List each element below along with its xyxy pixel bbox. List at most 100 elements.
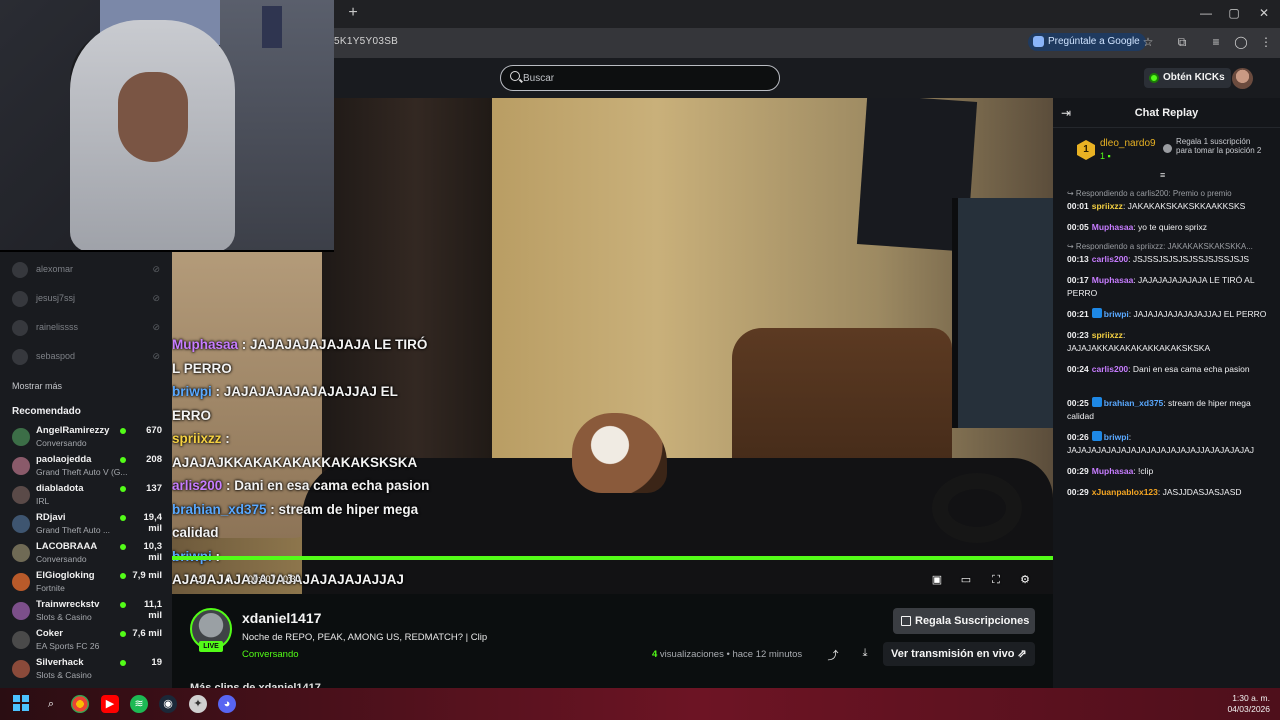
message-user[interactable]: Muphasaa — [1092, 466, 1134, 476]
theater-mode-icon[interactable]: ▭ — [959, 573, 973, 587]
message-text: : JAJAJAJAJAJAJAJJAJ EL PERRO — [1128, 309, 1267, 319]
channel-category: Slots & Casino — [36, 670, 92, 680]
url-text[interactable]: 5K1Y5Y03SB — [334, 36, 398, 47]
youtube-icon[interactable]: ▶ — [101, 695, 119, 713]
message-time: 00:21 — [1067, 309, 1089, 319]
live-dot-icon — [120, 631, 126, 637]
download-icon[interactable]: ⤓ — [858, 647, 872, 661]
close-window-button[interactable]: ✕ — [1254, 4, 1274, 22]
message-user[interactable]: spriixzz — [1092, 201, 1123, 211]
gift-subscriptions-button[interactable]: Regala Suscripciones — [893, 608, 1035, 634]
chat-panel — [1053, 98, 1280, 688]
spotify-icon[interactable]: ≋ — [130, 695, 148, 713]
message-user[interactable]: Muphasaa — [1092, 222, 1134, 232]
user-avatar[interactable] — [1232, 68, 1253, 89]
recommended-channel[interactable]: ElGiogloking Fortnite 7,9 mil — [12, 569, 162, 595]
chat-message[interactable]: 00:23 spriixzz: JAJAJAKKAKAKAKAKKAKAKSKSK… — [1067, 329, 1267, 355]
channel-name: sebaspod — [36, 351, 76, 361]
message-user[interactable]: carlis200 — [1092, 254, 1128, 264]
followed-channel[interactable]: rainelissss ⊘ — [12, 318, 162, 338]
recommended-channel[interactable]: diabladota IRL 137 — [12, 482, 162, 508]
message-time: 00:17 — [1067, 275, 1089, 285]
watch-live-button[interactable]: Ver transmisión en vivo ⇗ — [883, 642, 1035, 666]
message-user[interactable]: brahian_xd375 — [1104, 398, 1164, 408]
recommended-channel[interactable]: Coker EA Sports FC 26 7,6 mil — [12, 627, 162, 653]
discord-icon[interactable]: ◕ — [218, 695, 236, 713]
extensions-icon[interactable]: ⧉ — [1174, 34, 1190, 50]
message-user[interactable]: briwpi — [1104, 309, 1129, 319]
gift-info-text[interactable]: Regala 1 suscripción para tomar la posic… — [1176, 137, 1268, 155]
chat-message[interactable]: 00:25 brahian_xd375: stream de hiper mega… — [1067, 397, 1267, 423]
search-box[interactable] — [500, 65, 780, 91]
followed-channel[interactable]: alexomar ⊘ — [12, 260, 162, 280]
message-time: 00:13 — [1067, 254, 1089, 264]
avatar — [12, 486, 30, 504]
message-user[interactable]: xJuanpablox123 — [1092, 487, 1158, 497]
media-controls-icon[interactable]: ≡ — [1208, 34, 1224, 50]
chat-message[interactable]: 00:01 spriixzz: JAKAKAKSKAKSKKAAKKSKS — [1067, 200, 1267, 213]
recommended-channel[interactable]: RDjavi Grand Theft Auto ... 19,4 mil — [12, 511, 162, 537]
chat-message[interactable]: 00:05 Muphasaa: yo te quiero sprixz — [1067, 221, 1267, 234]
followed-channel[interactable]: sebaspod ⊘ — [12, 347, 162, 367]
chrome-icon[interactable] — [71, 695, 89, 713]
viewer-count: 19 — [151, 657, 162, 668]
search-icon[interactable]: ⌕ — [42, 695, 60, 713]
search-input[interactable] — [523, 69, 763, 87]
message-user[interactable]: carlis200 — [1092, 364, 1128, 374]
browser-menu-icon[interactable]: ⋮ — [1258, 34, 1274, 50]
chat-message[interactable]: 00:29 xJuanpablox123: JASJJDASJASJASD — [1067, 486, 1267, 499]
message-time: 00:26 — [1067, 432, 1089, 442]
volume-icon[interactable]: 🔈︎ — [222, 573, 236, 587]
taskbar-clock[interactable]: 1:30 a. m. 04/03/2026 — [1200, 693, 1270, 715]
bookmark-star-icon[interactable]: ☆ — [1140, 34, 1156, 50]
message-time: 00:25 — [1067, 398, 1089, 408]
chat-message[interactable]: 00:17 Muphasaa: JAJAJAJAJAJAJA LE TIRÓ AL… — [1067, 274, 1267, 300]
recommended-channel[interactable]: LACOBRAAA Conversando 10,3 mil — [12, 540, 162, 566]
message-user[interactable]: spriixzz — [1092, 330, 1123, 340]
followed-channel[interactable]: jesusj7ssj ⊘ — [12, 289, 162, 309]
replay-icon[interactable]: ↺ — [192, 573, 206, 587]
minimize-window-button[interactable]: — — [1196, 4, 1216, 22]
recommended-channel[interactable]: Silverhack Slots & Casino 19 — [12, 656, 162, 682]
app-icon[interactable]: ✦ — [189, 695, 207, 713]
settings-icon[interactable]: ⚙ — [1018, 573, 1032, 587]
clip-category[interactable]: Conversando — [242, 649, 299, 660]
video-progress-bar[interactable] — [172, 556, 1053, 560]
recommended-heading: Recomendado — [12, 406, 81, 417]
chat-message[interactable]: 00:24 carlis200: Dani en esa cama echa pa… — [1067, 363, 1267, 376]
pip-icon[interactable]: ▣ — [930, 573, 944, 587]
chat-message[interactable]: 00:26 briwpi: JAJAJAJAJAJAJAJAJAJAJAJAJAJ… — [1067, 431, 1267, 457]
expand-leaderboard-icon[interactable]: ≡ — [1160, 170, 1172, 180]
viewer-count: 19,4 mil — [143, 512, 163, 534]
avatar — [12, 320, 28, 336]
viewer-count: 670 — [146, 425, 162, 436]
clip-views: 4 visualizaciones • hace 12 minutos — [652, 649, 802, 660]
windows-start-icon[interactable] — [12, 695, 30, 713]
ask-google-button[interactable]: Pregúntale a Google — [1028, 33, 1146, 51]
steam-icon[interactable]: ◉ — [159, 695, 177, 713]
viewer-count: 7,6 mil — [132, 628, 162, 639]
profile-icon[interactable]: ◯ — [1233, 34, 1249, 50]
recommended-channel[interactable]: AngelRamirezzy Conversando 670 — [12, 424, 162, 450]
recommended-channel[interactable]: paolaojedda Grand Theft Auto V (G... 208 — [12, 453, 162, 479]
share-icon[interactable]: ⤴ — [826, 647, 840, 662]
get-kicks-button[interactable]: Obtén KICKs — [1144, 68, 1231, 88]
live-dot-icon — [120, 428, 126, 434]
maximize-window-button[interactable]: ▢ — [1224, 4, 1244, 22]
avatar — [12, 291, 28, 307]
chat-message[interactable]: 00:29 Muphasaa: !clip — [1067, 465, 1267, 478]
message-user[interactable]: briwpi — [1104, 432, 1129, 442]
channel-name[interactable]: xdaniel1417 — [242, 610, 321, 626]
channel-category: Conversando — [36, 438, 87, 448]
chat-message[interactable]: 00:21 briwpi: JAJAJAJAJAJAJAJJAJ EL PERRO — [1067, 308, 1267, 321]
leaderboard-user[interactable]: dleo_nardo9 — [1100, 138, 1156, 149]
chat-message[interactable]: 00:13 carlis200: JSJSSJSJSJSJSSJSJSSJSJS — [1067, 253, 1267, 266]
message-user[interactable]: Muphasaa — [1092, 275, 1134, 285]
new-tab-button[interactable]: + — [344, 4, 362, 22]
overlay-chat-user: arlis200 — [172, 478, 223, 493]
channel-name: Trainwreckstv — [36, 599, 100, 610]
show-more-link[interactable]: Mostrar más — [12, 381, 62, 391]
channel-name: rainelissss — [36, 322, 79, 332]
fullscreen-icon[interactable]: ⛶ — [989, 573, 1003, 587]
recommended-channel[interactable]: Trainwreckstv Slots & Casino 11,1 mil — [12, 598, 162, 624]
